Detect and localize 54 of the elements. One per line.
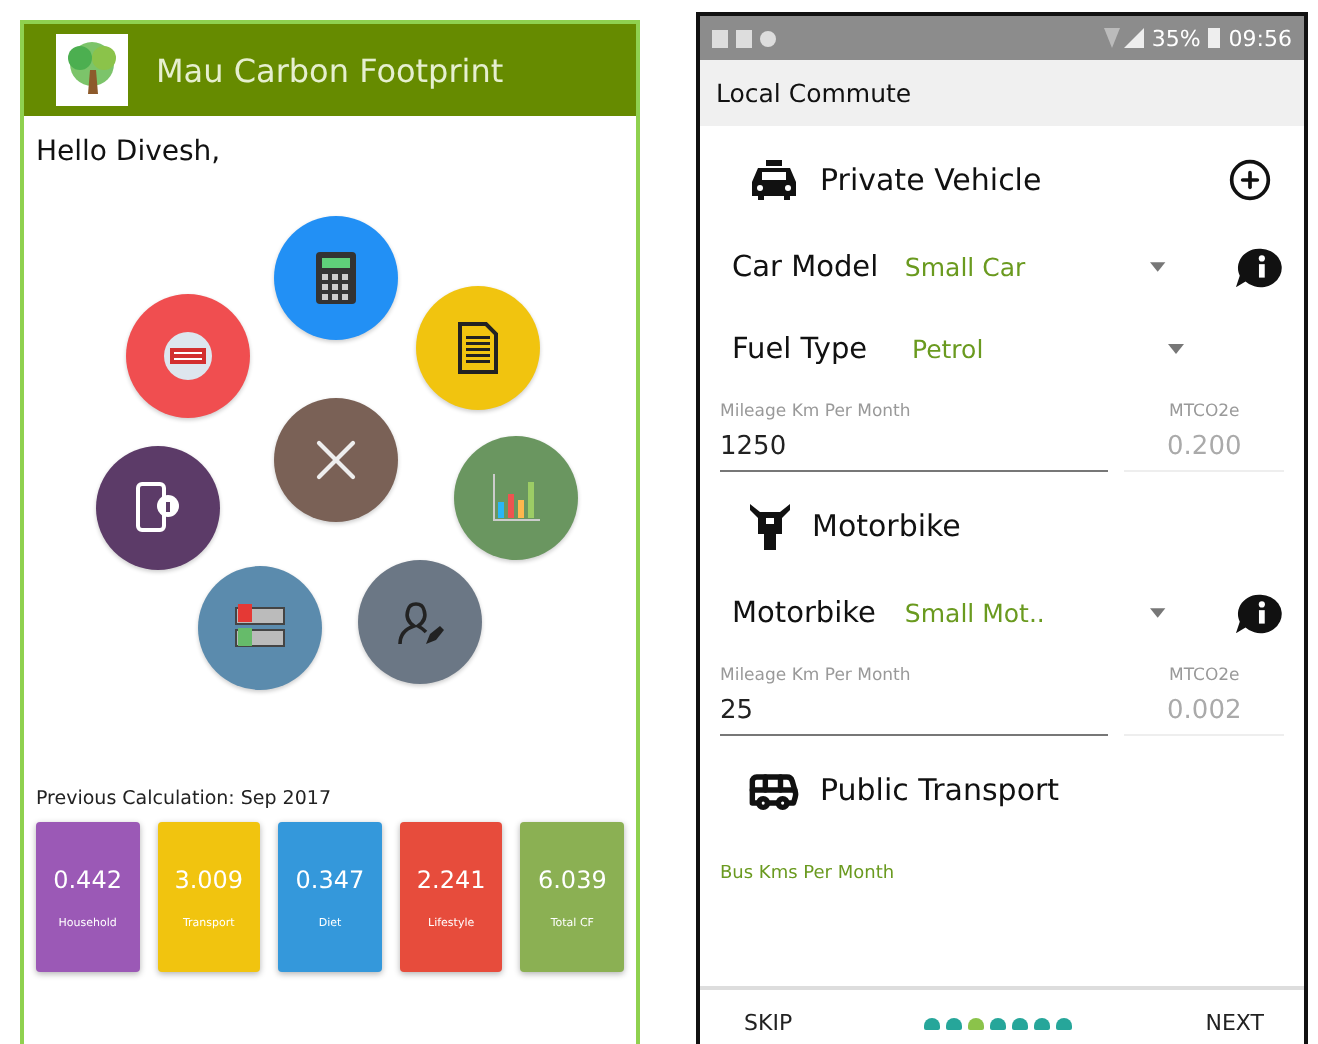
- app-title: Mau Carbon Footprint: [156, 51, 504, 89]
- exit-sign-icon: [164, 332, 212, 380]
- profile-menu-button[interactable]: [358, 560, 482, 684]
- clock: 09:56: [1228, 25, 1292, 51]
- score-value: 0.442: [53, 865, 122, 893]
- section-title: Public Transport: [820, 772, 1062, 808]
- result-field: 0.200: [1124, 422, 1284, 472]
- skip-button[interactable]: SKIP: [744, 1010, 793, 1036]
- mileage-input[interactable]: 25: [720, 686, 1109, 736]
- phone-info-icon: [136, 482, 180, 534]
- score-value: 3.009: [174, 865, 244, 893]
- calculator-icon: [316, 252, 356, 304]
- dropdown-caret-icon[interactable]: [1150, 262, 1167, 272]
- notification-icons: [712, 29, 780, 47]
- field-hint: Bus Kms Per Month: [720, 864, 897, 884]
- document-icon: [458, 322, 498, 374]
- user-edit-icon: [394, 596, 446, 648]
- result-field: 0.002: [1124, 686, 1284, 736]
- section-title: Private Vehicle: [820, 162, 1044, 198]
- dropdown-caret-icon[interactable]: [1168, 344, 1184, 354]
- dropdown-label: Motorbike: [732, 597, 878, 629]
- tree-logo: [56, 34, 128, 106]
- dropdown-label: Car Model: [732, 251, 881, 283]
- cards-menu-button[interactable]: [198, 566, 322, 690]
- previous-calculation-title: Previous Calculation: Sep 2017: [36, 788, 333, 810]
- close-menu-button[interactable]: [274, 398, 398, 522]
- battery-icon: [1208, 28, 1221, 48]
- greeting-text: Hello Divesh,: [36, 136, 223, 168]
- dropdown-caret-icon[interactable]: [1150, 608, 1167, 618]
- next-button[interactable]: NEXT: [1205, 1010, 1264, 1036]
- bar-chart-icon: [492, 474, 540, 522]
- score-value: 2.241: [416, 865, 486, 893]
- signal-icon: [1103, 28, 1144, 48]
- car-icon: [748, 158, 800, 202]
- exit-menu-button[interactable]: [126, 294, 250, 418]
- mileage-input[interactable]: 1250: [720, 422, 1109, 472]
- field-label: Mileage Km Per Month: [720, 402, 911, 422]
- info-icon[interactable]: [1234, 591, 1284, 635]
- field-label: Mileage Km Per Month: [720, 666, 911, 686]
- phone-menu-button[interactable]: [96, 446, 220, 570]
- add-icon[interactable]: [1228, 158, 1272, 202]
- field-label: MTCO2e: [1169, 402, 1240, 422]
- field-label: MTCO2e: [1169, 666, 1240, 686]
- document-menu-button[interactable]: [416, 286, 540, 410]
- motorbike-icon: [748, 500, 792, 552]
- battery-percent: 35%: [1151, 25, 1201, 51]
- info-icon[interactable]: [1234, 245, 1284, 289]
- score-value: 0.347: [295, 865, 365, 893]
- section-title: Motorbike: [812, 508, 963, 544]
- id-cards-icon: [234, 604, 286, 652]
- calculator-menu-button[interactable]: [274, 216, 398, 340]
- dropdown-label: Fuel Type: [732, 333, 870, 365]
- score-value: 6.039: [537, 865, 607, 893]
- screen-title: Local Commute: [716, 78, 912, 108]
